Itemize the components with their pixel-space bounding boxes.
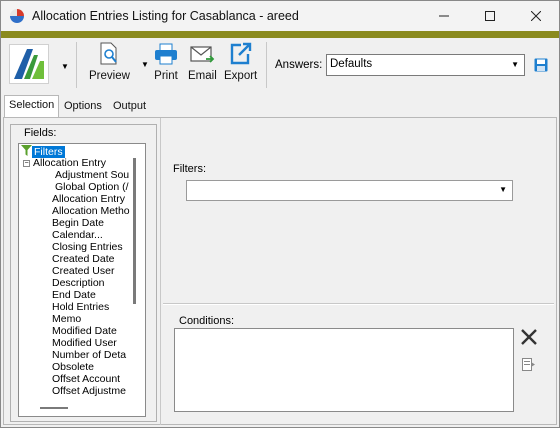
window-title: Allocation Entries Listing for Casablanc…: [32, 9, 299, 23]
tree-field-item[interactable]: Offset Account: [52, 373, 120, 385]
export-label: Export: [224, 70, 258, 82]
tab-output[interactable]: Output: [109, 97, 150, 117]
logo-dropdown-icon[interactable]: ▼: [61, 62, 69, 71]
tree-field-item[interactable]: Created User: [52, 265, 114, 277]
report-window: Allocation Entries Listing for Casablanc…: [0, 0, 560, 428]
logo-icon: [14, 49, 44, 79]
tree-field-item[interactable]: Calendar...: [52, 229, 103, 241]
panel-divider: [160, 118, 161, 425]
tree-field-item[interactable]: Created Date: [52, 253, 114, 265]
tree-field-item[interactable]: Description: [52, 277, 105, 289]
filter-icon: [21, 145, 32, 156]
maximize-button[interactable]: [467, 1, 513, 31]
close-window-button[interactable]: [513, 1, 559, 31]
horizontal-splitter[interactable]: [163, 303, 554, 305]
email-icon: [190, 46, 215, 63]
preview-label: Preview: [89, 70, 130, 82]
horizontal-scrollbar-thumb[interactable]: [40, 407, 68, 409]
title-bar: Allocation Entries Listing for Casablanc…: [1, 1, 559, 31]
fields-label: Fields:: [23, 127, 58, 139]
tree-field-item[interactable]: Hold Entries: [52, 301, 109, 313]
tree-field-item[interactable]: Adjustment Sou: [55, 169, 129, 181]
answers-value: Defaults: [330, 58, 373, 70]
tree-field-item[interactable]: Obsolete: [52, 361, 94, 373]
close-icon: [531, 11, 541, 21]
fields-tree[interactable]: Filters − Allocation Entry Adjustment Sou…: [18, 143, 146, 417]
minimize-icon: [439, 15, 449, 17]
collapse-icon[interactable]: −: [23, 160, 30, 167]
export-button[interactable]: Export: [224, 42, 257, 82]
tree-field-item[interactable]: End Date: [52, 289, 96, 301]
tree-field-item[interactable]: Number of Deta: [52, 349, 126, 361]
tab-options[interactable]: Options: [60, 97, 106, 117]
preview-button[interactable]: Preview: [89, 42, 130, 82]
toolbar: ▼ Preview ▼ Print Email Export Answers: …: [1, 38, 559, 93]
export-icon: [230, 42, 251, 65]
tree-field-item[interactable]: Begin Date: [52, 217, 104, 229]
tree-field-item[interactable]: Offset Adjustme: [52, 385, 126, 397]
tree-group-label: Allocation Entry: [33, 157, 106, 169]
preview-icon: [100, 42, 118, 65]
save-icon[interactable]: [534, 58, 548, 72]
email-label: Email: [188, 70, 217, 82]
delete-condition-icon[interactable]: [520, 328, 538, 346]
conditions-label: Conditions:: [179, 315, 235, 327]
print-label: Print: [154, 70, 178, 82]
tab-output-label: Output: [113, 100, 147, 112]
tab-strip: Selection Options Output: [1, 95, 559, 118]
preview-dropdown-icon[interactable]: ▼: [141, 60, 149, 69]
tree-field-item[interactable]: Global Option (/: [55, 181, 129, 193]
edit-condition-icon[interactable]: [522, 358, 536, 371]
app-pie-icon: [10, 9, 24, 23]
printer-icon: [155, 43, 177, 65]
email-button[interactable]: Email: [188, 42, 217, 82]
tree-field-item[interactable]: Allocation Metho: [52, 205, 130, 217]
toolbar-separator: [76, 42, 77, 88]
tab-options-label: Options: [64, 100, 102, 112]
chevron-down-icon: ▼: [499, 185, 507, 194]
tree-item-filters[interactable]: Filters: [21, 145, 65, 158]
tree-field-item[interactable]: Allocation Entry: [52, 193, 125, 205]
tree-item-group[interactable]: − Allocation Entry: [23, 157, 106, 169]
toolbar-separator: [266, 42, 267, 88]
conditions-list[interactable]: [174, 328, 514, 412]
filters-label: Filters:: [173, 163, 206, 175]
tree-field-item[interactable]: Modified Date: [52, 325, 117, 337]
app-logo-button[interactable]: [9, 44, 49, 84]
answers-label: Answers:: [275, 59, 323, 71]
tab-selection-label: Selection: [9, 99, 55, 111]
print-button[interactable]: Print: [153, 42, 179, 82]
accent-bar: [1, 31, 559, 38]
minimize-button[interactable]: [421, 1, 467, 31]
tree-field-item[interactable]: Memo: [52, 313, 81, 325]
vertical-scrollbar-thumb[interactable]: [133, 158, 136, 304]
chevron-down-icon: ▼: [511, 60, 519, 69]
tab-selection[interactable]: Selection: [4, 95, 60, 118]
tree-field-item[interactable]: Closing Entries: [52, 241, 123, 253]
maximize-icon: [485, 11, 495, 21]
answers-dropdown[interactable]: Defaults ▼: [326, 54, 525, 76]
tree-field-item[interactable]: Modified User: [52, 337, 117, 349]
filters-dropdown[interactable]: ▼: [186, 180, 513, 201]
